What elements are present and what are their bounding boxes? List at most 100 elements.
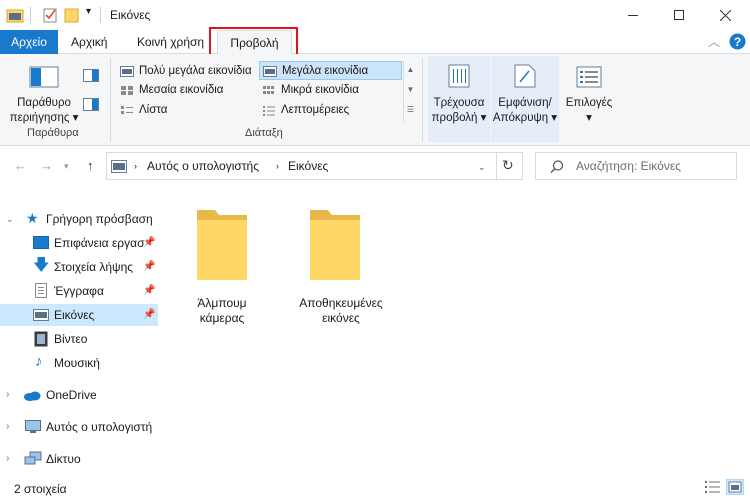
show-hide-button[interactable]: Εμφάνιση/ Απόκρυψη ▾ — [491, 56, 559, 142]
layout-medium-icons[interactable]: Μεσαία εικονίδια — [117, 81, 259, 100]
sidebar-item-label: Μουσική — [54, 356, 100, 370]
music-icon: ♪ — [35, 353, 43, 370]
layout-list[interactable]: Λίστα — [117, 101, 259, 120]
layout-group-label: Διάταξη — [245, 127, 283, 139]
navigation-pane-button[interactable]: Παράθυρο περιήγησης ▾ — [8, 96, 80, 126]
preview-pane-icon[interactable] — [83, 69, 99, 82]
new-folder-icon[interactable] — [64, 7, 80, 23]
chevron-down-icon[interactable]: ⌄ — [6, 208, 14, 230]
documents-icon — [35, 283, 47, 298]
layout-extra-large-icons[interactable]: Πολύ μεγάλα εικονίδια — [117, 62, 259, 81]
current-view-button[interactable]: Τρέχουσα προβολή ▾ — [428, 56, 490, 142]
sidebar-item-videos[interactable]: Βίντεο — [0, 328, 158, 350]
qat-dropdown-icon[interactable]: ▾ — [86, 6, 91, 17]
search-box[interactable]: Αναζήτηση: Εικόνες — [535, 152, 737, 180]
pin-icon: 📌 — [143, 261, 156, 272]
search-input[interactable]: Αναζήτηση: Εικόνες — [576, 159, 681, 173]
options-button[interactable]: Επιλογές ▾ — [560, 56, 618, 142]
minimize-button[interactable] — [610, 0, 656, 30]
refresh-icon[interactable]: ↻ — [502, 157, 514, 174]
address-bar[interactable]: › Αυτός ο υπολογιστής › Εικόνες ⌄ ↻ — [106, 152, 523, 180]
breadcrumb-separator[interactable]: › — [276, 161, 279, 171]
maximize-icon — [674, 10, 684, 20]
sidebar-item-quick-access[interactable]: ⌄ ★ Γρήγορη πρόσβαση — [0, 208, 158, 230]
navigation-pane-label-1: Παράθυρο — [17, 97, 71, 109]
folder-label-line: εικόνες — [322, 311, 360, 325]
sidebar-item-pictures[interactable]: Εικόνες 📌 — [0, 304, 158, 326]
close-button[interactable] — [702, 0, 748, 30]
forward-icon[interactable]: → — [40, 158, 53, 173]
show-hide-label-1: Εμφάνιση/ — [498, 97, 552, 109]
tab-home[interactable]: Αρχική — [61, 30, 117, 54]
pictures-location-icon — [111, 160, 127, 173]
layout-extra-large-label: Πολύ μεγάλα εικονίδια — [139, 65, 252, 77]
maximize-button[interactable] — [656, 0, 702, 30]
chevron-right-icon[interactable]: › — [6, 448, 9, 470]
sidebar-item-downloads[interactable]: 🡇 Στοιχεία λήψης 📌 — [0, 256, 158, 278]
onedrive-label: OneDrive — [46, 388, 97, 402]
star-icon: ★ — [26, 210, 39, 226]
status-item-count: 2 στοιχεία — [14, 482, 67, 496]
pin-icon: 📌 — [143, 285, 156, 296]
sidebar-item-network[interactable]: › Δίκτυο — [0, 448, 158, 470]
layout-gallery-scroll[interactable]: ▲ ▼ ☰ — [403, 60, 417, 122]
sidebar-item-label: Στοιχεία λήψης — [54, 260, 134, 274]
title-bar: ▾ Εικόνες — [0, 0, 750, 30]
tab-file[interactable]: Αρχείο — [0, 30, 58, 54]
ribbon-separator — [110, 58, 111, 142]
sidebar-item-label: Βίντεο — [54, 332, 88, 346]
title-divider — [100, 7, 101, 23]
collapse-ribbon-icon[interactable]: ︿ — [708, 33, 720, 50]
onedrive-icon — [24, 391, 41, 401]
sidebar-item-this-pc[interactable]: › Αυτός ο υπολογιστή — [0, 416, 158, 438]
folder-app-icon — [6, 9, 24, 23]
layout-details[interactable]: Λεπτομέρειες — [259, 101, 401, 120]
medium-icons-icon — [121, 86, 133, 95]
gallery-more-icon[interactable]: ☰ — [404, 100, 417, 120]
folder-label-line: Αποθηκευμένες — [299, 296, 383, 310]
sidebar-item-onedrive[interactable]: › OneDrive — [0, 384, 158, 406]
breadcrumb-separator[interactable]: › — [134, 161, 137, 171]
layout-large-icons[interactable]: Μεγάλα εικονίδια — [259, 61, 402, 80]
search-icon — [550, 160, 564, 174]
sidebar-item-music[interactable]: ♪ Μουσική — [0, 352, 158, 374]
recent-locations-icon[interactable]: ▾ — [64, 161, 69, 172]
pin-icon: 📌 — [143, 237, 156, 248]
sidebar-item-label: Επιφάνεια εργασ — [54, 236, 145, 250]
large-icons-view-icon[interactable] — [726, 479, 744, 495]
sidebar-item-desktop[interactable]: Επιφάνεια εργασ 📌 — [0, 232, 158, 254]
navigation-pane: ⌄ ★ Γρήγορη πρόσβαση Επιφάνεια εργασ 📌 🡇… — [0, 200, 158, 472]
ribbon-view: Παράθυρο περιήγησης ▾ Παράθυρα Πολύ μεγά… — [0, 54, 750, 146]
qat-divider — [30, 7, 31, 23]
details-view-icon[interactable] — [704, 479, 722, 495]
options-label: Επιλογές ▾ — [560, 96, 618, 126]
layout-large-label: Μεγάλα εικονίδια — [282, 65, 369, 77]
scroll-down-icon[interactable]: ▼ — [404, 80, 417, 100]
pin-icon: 📌 — [143, 309, 156, 320]
ribbon-separator — [422, 58, 423, 142]
show-hide-label: Εμφάνιση/ Απόκρυψη ▾ — [491, 96, 559, 126]
breadcrumb-this-pc[interactable]: Αυτός ο υπολογιστής — [147, 159, 259, 173]
sidebar-item-label: Έγγραφα — [54, 284, 104, 298]
tab-share[interactable]: Κοινή χρήση — [127, 30, 214, 54]
layout-details-label: Λεπτομέρειες — [281, 104, 350, 116]
chevron-right-icon[interactable]: › — [6, 416, 9, 438]
layout-small-icons[interactable]: Μικρά εικονίδια — [259, 81, 401, 100]
sidebar-item-documents[interactable]: Έγγραφα 📌 — [0, 280, 158, 302]
up-icon[interactable]: ↑ — [87, 158, 94, 173]
breadcrumb-pictures[interactable]: Εικόνες — [288, 159, 328, 173]
back-icon[interactable]: ← — [14, 158, 27, 173]
properties-icon[interactable] — [42, 7, 58, 23]
address-dropdown-icon[interactable]: ⌄ — [478, 162, 486, 173]
address-divider — [496, 153, 497, 179]
details-icon — [263, 106, 275, 116]
help-icon[interactable]: ? — [729, 33, 746, 50]
scroll-up-icon[interactable]: ▲ — [404, 60, 417, 80]
details-pane-icon[interactable] — [83, 98, 99, 111]
list-icon — [121, 106, 133, 114]
chevron-right-icon[interactable]: › — [6, 384, 9, 406]
options-icon — [576, 66, 602, 88]
navigation-pane-label-2: περιήγησης ▾ — [9, 112, 79, 124]
small-icons-icon — [263, 86, 274, 94]
desktop-icon — [33, 236, 49, 249]
